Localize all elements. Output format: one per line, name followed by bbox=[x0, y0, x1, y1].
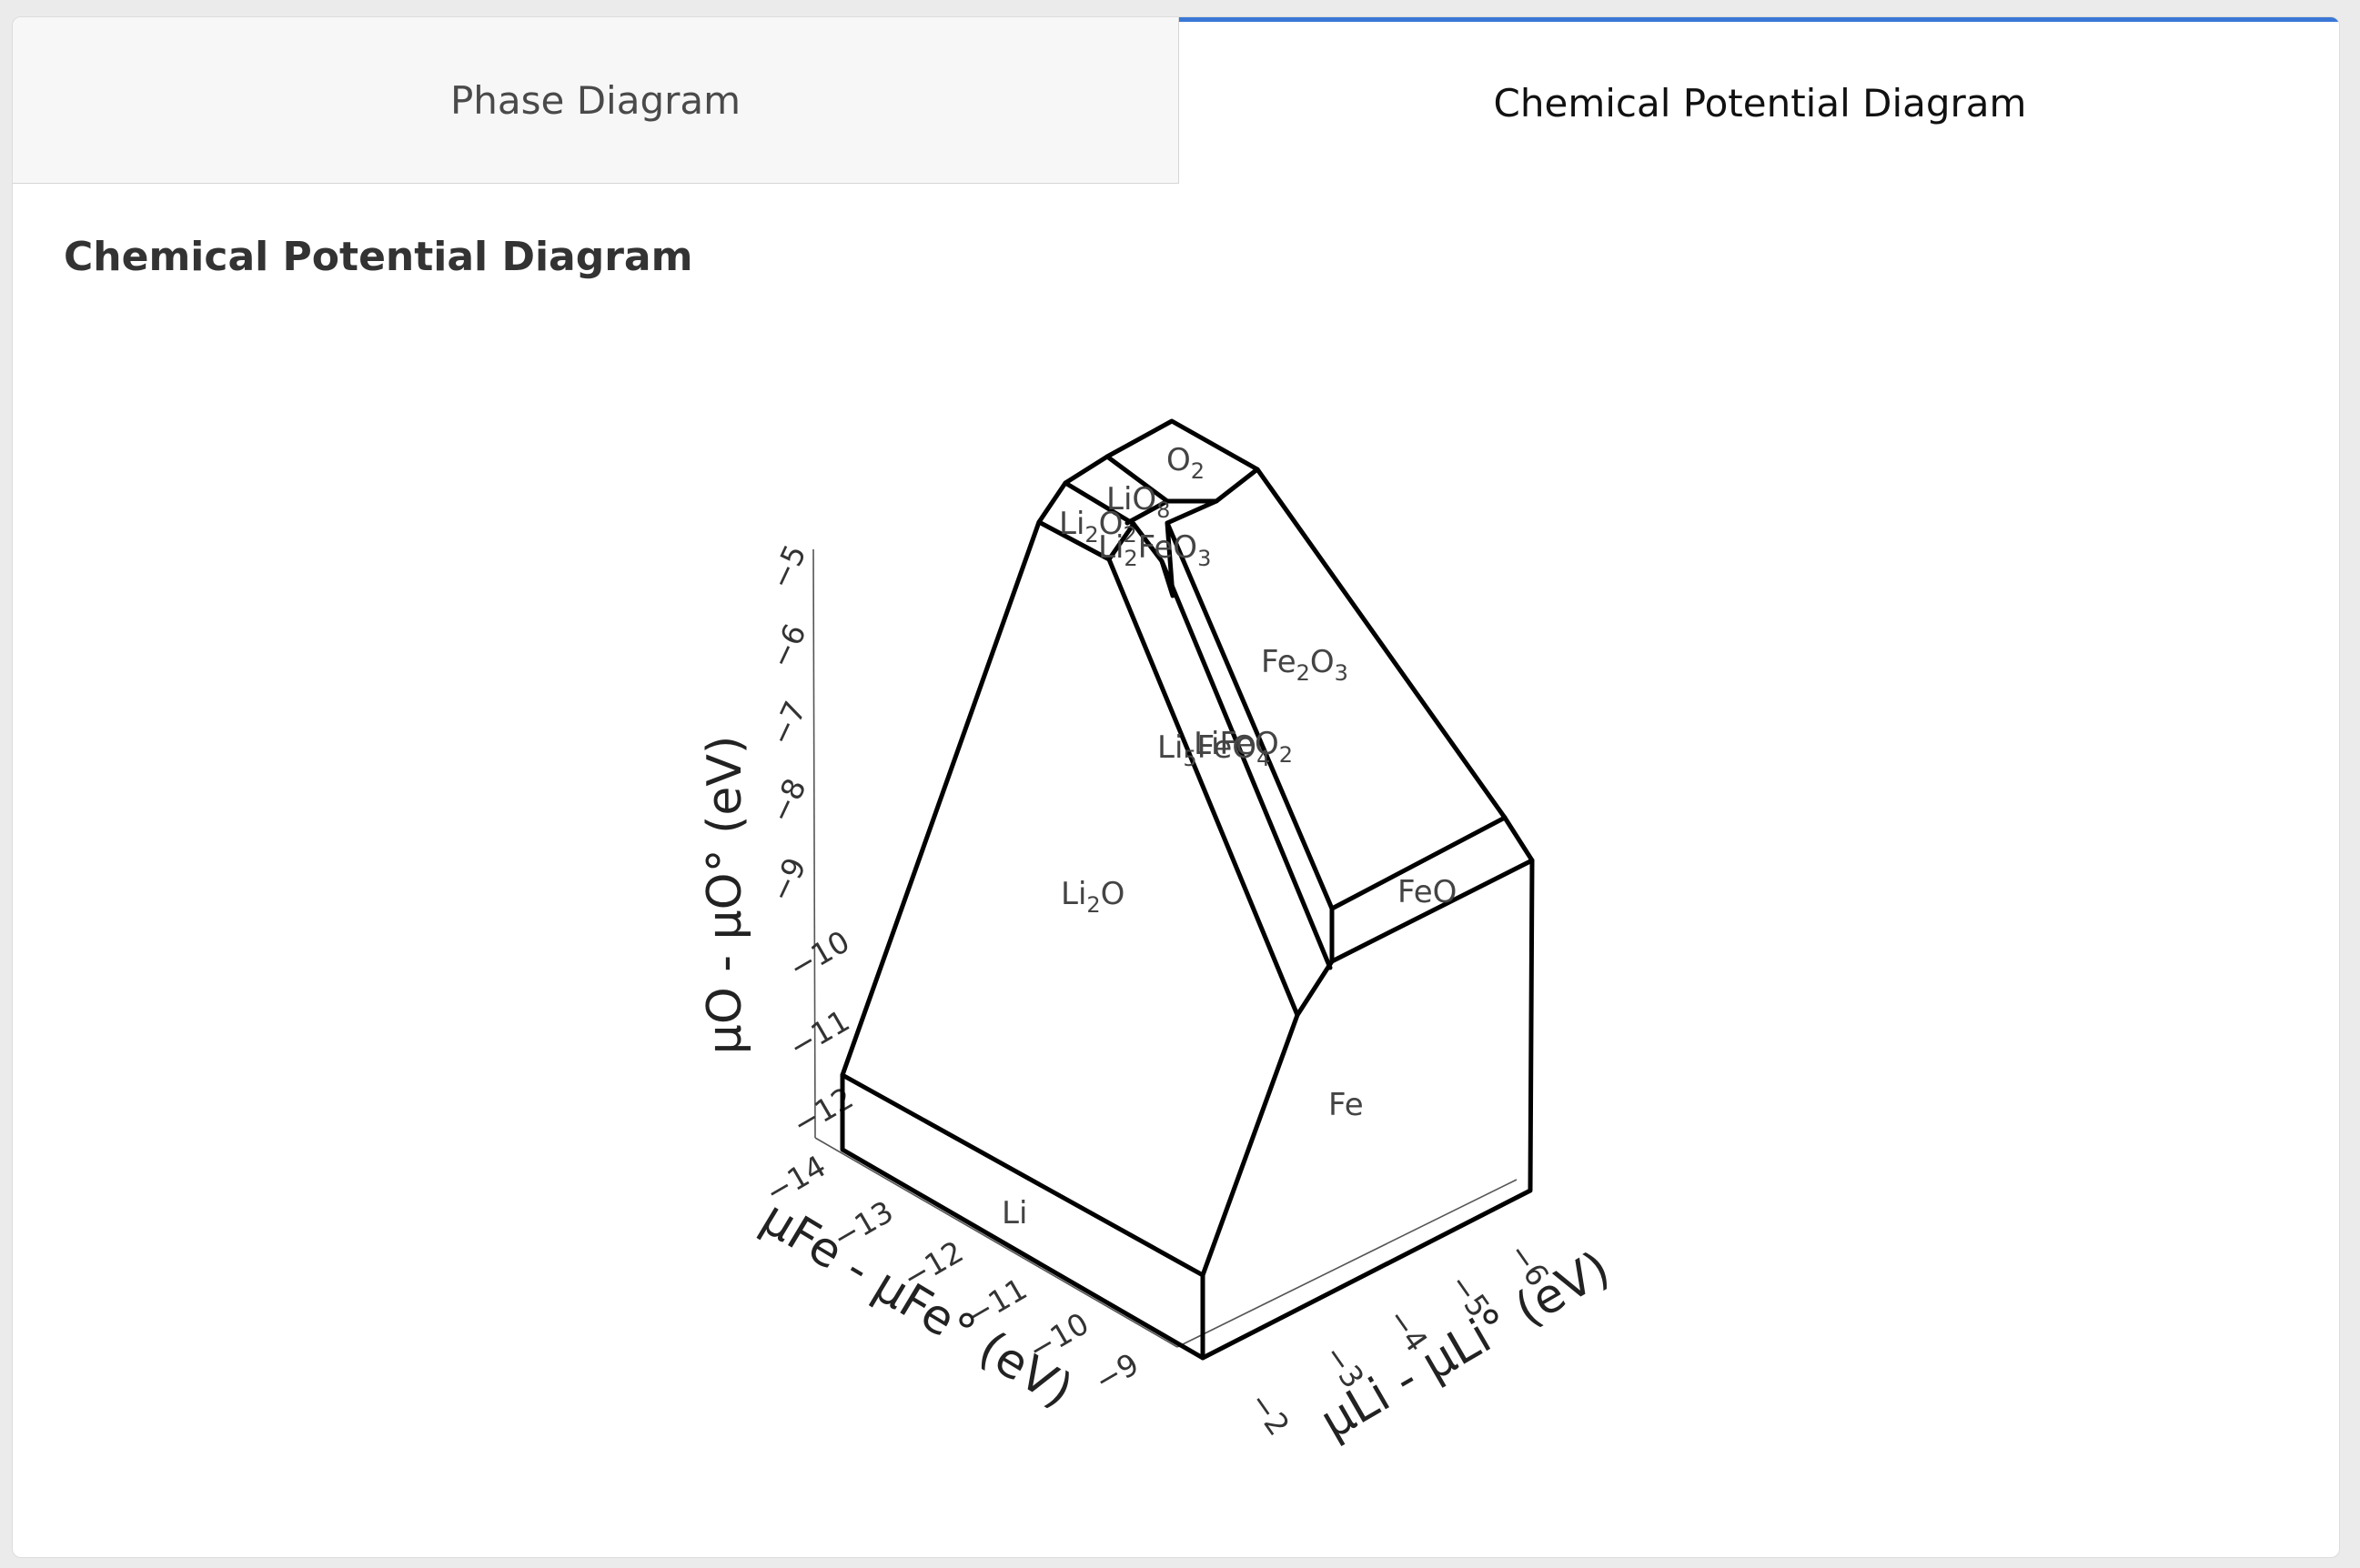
z-tick-label: −10 bbox=[783, 923, 856, 986]
region-label-li2feo3: Li2FeO3 bbox=[1098, 529, 1211, 571]
z-ticks: −5 −6 −7 −8 −9 −10 −11 −12 bbox=[762, 539, 859, 1142]
region-label-lifeo2: LiFeO2 bbox=[1194, 726, 1293, 768]
region-label-li: Li bbox=[1002, 1195, 1027, 1231]
z-tick-label: −9 bbox=[762, 852, 813, 908]
region-label-o2: O2 bbox=[1166, 442, 1205, 484]
main-card: Phase Diagram Chemical Potential Diagram… bbox=[12, 16, 2340, 1558]
y-tick-label: −9 bbox=[1089, 1346, 1145, 1399]
region-label-fe: Fe bbox=[1328, 1087, 1364, 1123]
axes bbox=[812, 548, 1518, 1348]
z-tick-label: −11 bbox=[783, 1002, 856, 1065]
z-tick-label: −6 bbox=[762, 618, 813, 674]
region-label-fe2o3: Fe2O3 bbox=[1261, 644, 1348, 686]
z-tick-label: −12 bbox=[787, 1080, 860, 1142]
edge bbox=[840, 519, 1042, 1078]
z-tick-label: −5 bbox=[762, 539, 813, 595]
edge bbox=[1106, 557, 1300, 1018]
region-label-li2o: Li2O bbox=[1061, 876, 1125, 918]
edge bbox=[1200, 959, 1335, 1278]
z-axis-title: μO - μO° (eV) bbox=[698, 736, 752, 1055]
y-axis-title: μFe - μFe° (eV) bbox=[752, 1191, 1082, 1419]
z-tick-label: −7 bbox=[762, 696, 813, 751]
region-labels: O2 LiO8 Li2O2 Li2FeO3 Fe2O3 Li5FeO4 LiFe… bbox=[1002, 442, 1457, 1231]
edge bbox=[1165, 520, 1335, 911]
z-tick-label: −8 bbox=[762, 773, 813, 829]
chemical-potential-diagram[interactable]: −5 −6 −7 −8 −9 −10 −11 −12 −14 −13 −12 −… bbox=[13, 17, 2340, 1558]
x-tick-label: −2 bbox=[1242, 1385, 1296, 1442]
edge bbox=[1200, 815, 1535, 1361]
region-label-feo: FeO bbox=[1397, 874, 1457, 910]
